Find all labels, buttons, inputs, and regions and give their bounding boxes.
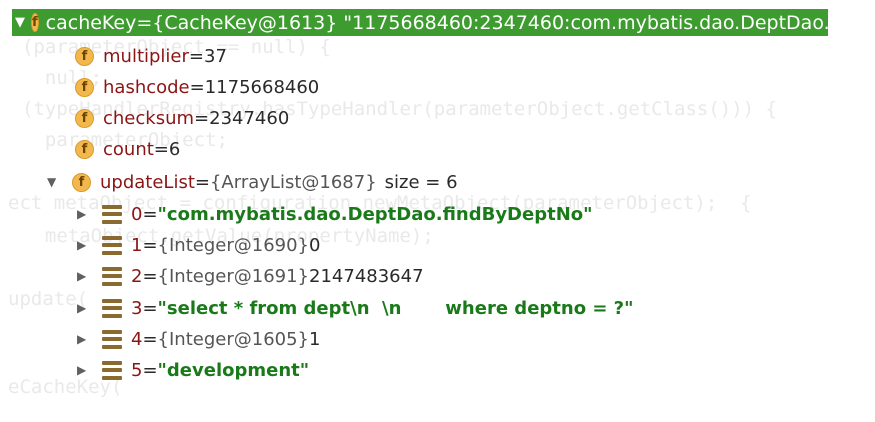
field-icon: f xyxy=(75,139,94,159)
item-ref: {Integer@1691} xyxy=(157,265,310,287)
list-icon xyxy=(102,329,122,349)
object-ref: {ArrayList@1687} xyxy=(209,171,377,193)
item-index: 1 xyxy=(131,234,143,256)
field-value: 2347460 xyxy=(209,107,290,129)
item-value: "select * from dept\n \n where deptno = … xyxy=(157,297,634,319)
list-icon xyxy=(102,235,122,255)
item-eq: = xyxy=(142,297,158,319)
item-index: 0 xyxy=(131,203,143,225)
field-name: checksum xyxy=(103,107,195,129)
item-value: "com.mybatis.dao.DeptDao.findByDeptNo" xyxy=(157,203,593,225)
expand-triangle-icon[interactable]: ▶ xyxy=(77,269,89,283)
item-ref: {Integer@1605} xyxy=(157,328,310,350)
item-eq: = xyxy=(142,234,158,256)
field-row-updatelist[interactable]: ▼ f updateList = {ArrayList@1687} size =… xyxy=(47,168,458,196)
list-icon xyxy=(102,298,122,318)
field-icon: f xyxy=(75,46,94,66)
list-item[interactable]: ▶ 5 = "development" xyxy=(77,356,309,384)
field-row-count[interactable]: f count = 6 xyxy=(75,135,180,163)
item-eq: = xyxy=(142,328,158,350)
item-eq: = xyxy=(142,203,158,225)
item-value: 0 xyxy=(309,234,321,256)
list-icon xyxy=(102,204,122,224)
field-eq: = xyxy=(189,76,205,98)
field-eq: = xyxy=(188,45,204,67)
field-value: 6 xyxy=(168,138,181,160)
item-index: 2 xyxy=(131,265,143,287)
expand-triangle-icon[interactable]: ▶ xyxy=(77,207,89,221)
list-size: size = 6 xyxy=(384,171,458,193)
field-icon: f xyxy=(75,108,94,128)
expand-triangle-icon[interactable]: ▶ xyxy=(77,332,89,346)
field-value: 1175668460 xyxy=(204,76,320,98)
item-eq: = xyxy=(142,359,158,381)
list-icon xyxy=(102,360,122,380)
list-item[interactable]: ▶ 1 = {Integer@1690} 0 xyxy=(77,231,320,259)
field-name: count xyxy=(103,138,154,160)
collapse-triangle-icon[interactable]: ▼ xyxy=(47,175,59,189)
field-row-hashcode[interactable]: f hashcode = 1175668460 xyxy=(75,73,319,101)
field-name: hashcode xyxy=(103,76,190,98)
field-row-checksum[interactable]: f checksum = 2347460 xyxy=(75,104,289,132)
item-value: 1 xyxy=(309,328,321,350)
item-index: 3 xyxy=(131,297,143,319)
list-item[interactable]: ▶ 0 = "com.mybatis.dao.DeptDao.findByDep… xyxy=(77,200,593,228)
expand-triangle-icon[interactable]: ▶ xyxy=(77,301,89,315)
field-eq: = xyxy=(194,171,210,193)
node-eq: = xyxy=(136,11,153,34)
list-icon xyxy=(102,266,122,286)
cachekey-node-row[interactable]: ▼ f cacheKey = {CacheKey@1613} "11756684… xyxy=(12,9,828,36)
item-ref: {Integer@1690} xyxy=(157,234,310,256)
list-item[interactable]: ▶ 3 = "select * from dept\n \n where dep… xyxy=(77,294,634,322)
collapse-triangle-icon[interactable]: ▼ xyxy=(15,15,25,30)
item-value: "development" xyxy=(157,359,310,381)
item-index: 5 xyxy=(131,359,143,381)
field-row-multiplier[interactable]: f multiplier = 37 xyxy=(75,42,227,70)
field-icon: f xyxy=(75,77,94,97)
node-name: cacheKey xyxy=(45,11,137,34)
field-value: 37 xyxy=(204,45,227,67)
list-item[interactable]: ▶ 4 = {Integer@1605} 1 xyxy=(77,325,320,353)
item-index: 4 xyxy=(131,328,143,350)
list-item[interactable]: ▶ 2 = {Integer@1691} 2147483647 xyxy=(77,262,424,290)
node-value: {CacheKey@1613} "1175668460:2347460:com.… xyxy=(152,11,828,34)
item-eq: = xyxy=(142,265,158,287)
item-value: 2147483647 xyxy=(309,265,424,287)
field-name: multiplier xyxy=(103,45,189,67)
field-icon: f xyxy=(31,13,39,32)
field-name: updateList xyxy=(100,171,195,193)
field-eq: = xyxy=(153,138,169,160)
field-icon: f xyxy=(72,172,91,192)
field-eq: = xyxy=(194,107,210,129)
expand-triangle-icon[interactable]: ▶ xyxy=(77,363,89,377)
expand-triangle-icon[interactable]: ▶ xyxy=(77,238,89,252)
